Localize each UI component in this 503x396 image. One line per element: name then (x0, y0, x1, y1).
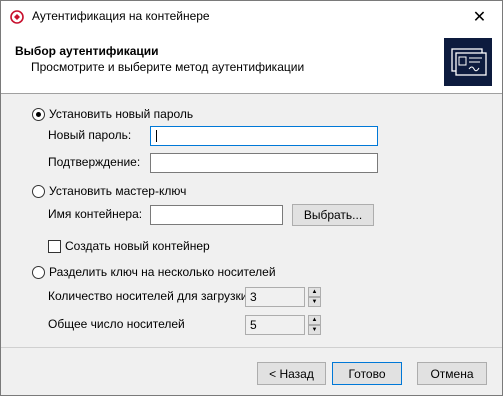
radio-master-key-label: Установить мастер-ключ (49, 184, 187, 198)
total-count-arrows: ▲ ▼ (308, 315, 321, 335)
radio-unchecked-icon (32, 184, 45, 198)
radio-checked-icon (32, 107, 45, 121)
spin-up-icon[interactable]: ▲ (308, 287, 321, 297)
total-count-spinner: 5 ▲ ▼ (245, 315, 321, 335)
radio-split-key-label: Разделить ключ на несколько носителей (49, 265, 276, 279)
banner-subtitle: Просмотрите и выберите метод аутентифика… (31, 60, 305, 74)
checkbox-unchecked-icon (48, 239, 61, 253)
spin-down-icon[interactable]: ▼ (308, 297, 321, 307)
total-count-value[interactable]: 5 (245, 315, 305, 335)
title-bar: Аутентификация на контейнере ✕ (1, 1, 502, 32)
radio-unchecked-icon (32, 265, 45, 279)
text-caret (156, 130, 157, 142)
footer-divider (1, 347, 502, 348)
new-password-label: Новый пароль: (48, 128, 132, 142)
confirm-password-label: Подтверждение: (48, 155, 141, 169)
auth-dialog-window: Аутентификация на контейнере ✕ Выбор аут… (0, 0, 503, 396)
new-password-field[interactable] (150, 126, 378, 146)
window-title: Аутентификация на контейнере (32, 9, 210, 23)
certificate-card-icon (444, 38, 492, 86)
load-count-label: Количество носителей для загрузки (48, 289, 248, 303)
radio-master-key[interactable]: Установить мастер-ключ (32, 184, 186, 198)
load-count-spinner: 3 ▲ ▼ (245, 287, 321, 307)
load-count-value[interactable]: 3 (245, 287, 305, 307)
radio-new-password[interactable]: Установить новый пароль (32, 107, 193, 121)
app-logo-icon (10, 10, 24, 24)
container-name-field[interactable] (150, 205, 283, 225)
container-name-label: Имя контейнера: (48, 207, 143, 221)
back-button[interactable]: < Назад (257, 362, 326, 385)
spin-up-icon[interactable]: ▲ (308, 315, 321, 325)
total-count-label: Общее число носителей (48, 317, 185, 331)
banner-title: Выбор аутентификации (15, 44, 159, 58)
load-count-arrows: ▲ ▼ (308, 287, 321, 307)
cancel-button[interactable]: Отмена (417, 362, 487, 385)
create-new-container-checkbox[interactable]: Создать новый контейнер (48, 239, 210, 253)
header-banner: Выбор аутентификации Просмотрите и выбер… (1, 32, 502, 94)
done-button[interactable]: Готово (332, 362, 402, 385)
create-new-container-label: Создать новый контейнер (65, 239, 210, 253)
radio-split-key[interactable]: Разделить ключ на несколько носителей (32, 265, 276, 279)
browse-container-button[interactable]: Выбрать... (292, 204, 374, 226)
form-body: Установить новый пароль Новый пароль: По… (1, 94, 502, 347)
confirm-password-field[interactable] (150, 153, 378, 173)
radio-new-password-label: Установить новый пароль (49, 107, 194, 121)
close-icon[interactable]: ✕ (457, 1, 502, 32)
spin-down-icon[interactable]: ▼ (308, 325, 321, 335)
